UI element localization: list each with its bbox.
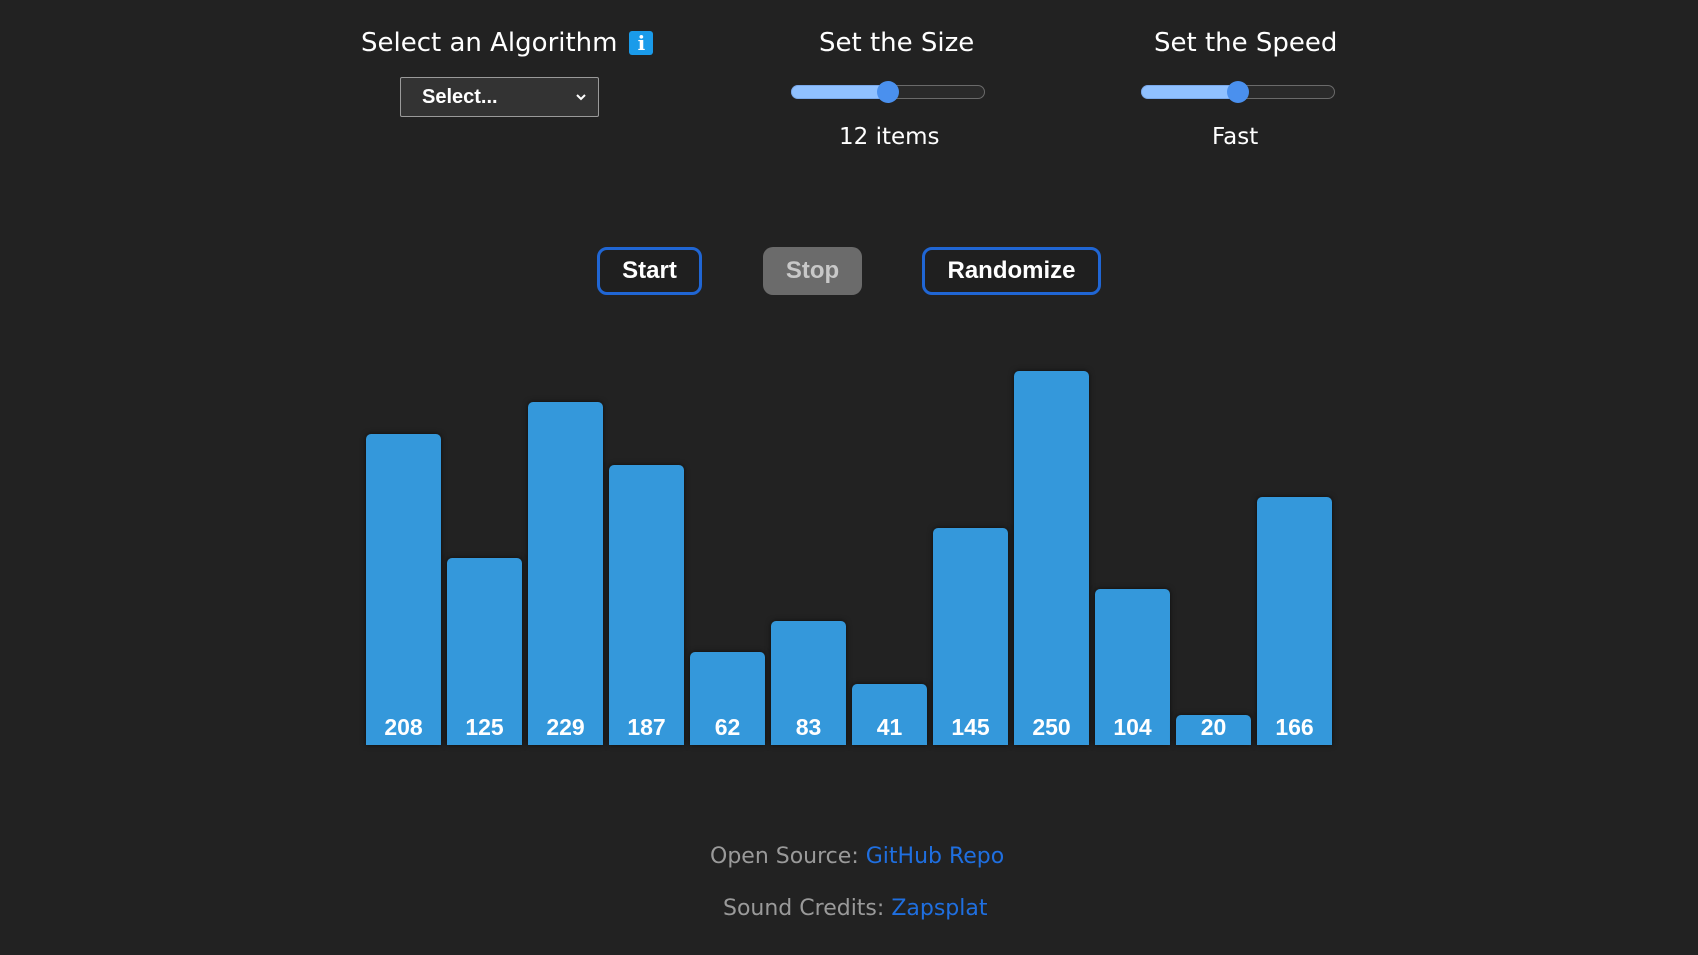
bar-value-label: 187 bbox=[627, 714, 666, 740]
bar: 104 bbox=[1095, 589, 1170, 745]
sound-credits-line: Sound Credits: Zapsplat bbox=[723, 896, 987, 921]
algorithm-select[interactable]: Select... bbox=[400, 77, 599, 117]
github-repo-link[interactable]: GitHub Repo bbox=[866, 844, 1005, 869]
bar-value-label: 250 bbox=[1032, 714, 1071, 740]
bar-value-label: 125 bbox=[465, 714, 504, 740]
bar-value-label: 208 bbox=[384, 714, 423, 740]
chevron-down-icon bbox=[576, 94, 586, 101]
sound-credits-label: Sound Credits: bbox=[723, 896, 885, 921]
algorithm-heading-text: Select an Algorithm bbox=[361, 28, 618, 58]
bar: 229 bbox=[528, 402, 603, 745]
open-source-label: Open Source: bbox=[710, 844, 859, 869]
bar-value-label: 229 bbox=[546, 714, 585, 740]
open-source-line: Open Source: GitHub Repo bbox=[710, 844, 1004, 869]
info-icon[interactable]: i bbox=[629, 31, 654, 55]
size-value-label: 12 items bbox=[839, 124, 940, 150]
randomize-button[interactable]: Randomize bbox=[922, 247, 1101, 295]
speed-slider[interactable] bbox=[1141, 81, 1335, 103]
bar-value-label: 41 bbox=[876, 714, 903, 740]
bar: 145 bbox=[933, 528, 1008, 745]
bar: 250 bbox=[1014, 371, 1089, 745]
bar: 83 bbox=[771, 621, 846, 745]
size-heading: Set the Size bbox=[819, 28, 975, 58]
size-slider-thumb[interactable] bbox=[877, 81, 899, 103]
stop-button[interactable]: Stop bbox=[763, 247, 862, 295]
bar-value-label: 20 bbox=[1200, 714, 1227, 740]
speed-value-label: Fast bbox=[1212, 124, 1259, 150]
speed-slider-thumb[interactable] bbox=[1227, 81, 1249, 103]
bar: 187 bbox=[609, 465, 684, 745]
algorithm-select-value: Select... bbox=[422, 85, 498, 108]
bar-value-label: 166 bbox=[1275, 714, 1314, 740]
bar: 41 bbox=[852, 684, 927, 745]
bar: 62 bbox=[690, 652, 765, 745]
bar: 20 bbox=[1176, 714, 1251, 745]
bar-value-label: 104 bbox=[1113, 714, 1152, 740]
size-slider[interactable] bbox=[791, 81, 985, 103]
size-slider-fill bbox=[791, 85, 888, 99]
bar-value-label: 62 bbox=[714, 714, 741, 740]
algorithm-heading: Select an Algorithm i bbox=[361, 28, 654, 58]
bar: 208 bbox=[366, 434, 441, 745]
bar: 125 bbox=[447, 558, 522, 745]
bar-value-label: 83 bbox=[795, 714, 822, 740]
zapsplat-link[interactable]: Zapsplat bbox=[891, 896, 987, 921]
start-button[interactable]: Start bbox=[597, 247, 702, 295]
speed-heading: Set the Speed bbox=[1154, 28, 1338, 58]
bar: 166 bbox=[1257, 497, 1332, 745]
speed-slider-fill bbox=[1141, 85, 1238, 99]
bar-value-label: 145 bbox=[951, 714, 990, 740]
